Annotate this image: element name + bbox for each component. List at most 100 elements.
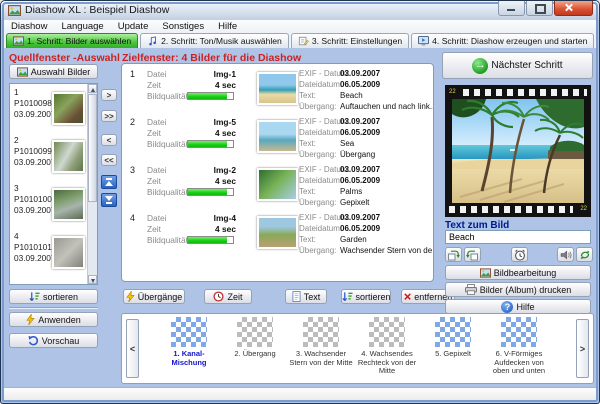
tab-step2-musik[interactable]: 2. Schritt: Ton/Musik auswählen — [140, 33, 289, 48]
sound-tool-button[interactable] — [557, 247, 574, 262]
beach-preview-image — [452, 99, 584, 203]
target-row[interactable]: 1 Datei Img-1 Zeit 4 sec Bildqualität EX… — [122, 67, 433, 115]
menu-language[interactable]: Language — [54, 21, 110, 32]
sort-icon — [29, 291, 40, 302]
tab-step3-einstellungen[interactable]: 3. Schritt: Einstellungen — [291, 33, 409, 48]
next-step-button[interactable]: Nächster Schritt — [442, 52, 593, 79]
menu-hilfe[interactable]: Hilfe — [211, 21, 244, 32]
app-icon — [8, 4, 21, 17]
settings-icon — [298, 36, 309, 46]
quality-bar — [187, 236, 234, 244]
film-frame-number: 22 — [449, 89, 456, 96]
effect-thumbnail — [303, 317, 339, 347]
help-button[interactable]: Hilfe — [445, 299, 591, 314]
effect-item[interactable]: 5. Gepixelt — [420, 317, 486, 359]
image-edit-button[interactable]: Bildbearbeitung — [445, 265, 591, 280]
arrow-top-icon — [106, 178, 112, 180]
move-right-button[interactable]: > — [101, 89, 117, 101]
quality-bar — [187, 140, 234, 148]
arrow-bottom-icon — [106, 202, 112, 204]
app-window: Diashow XL : Beispiel Diashow Diashow La… — [0, 0, 600, 404]
speaker-icon — [560, 249, 572, 261]
refresh-icon — [579, 249, 591, 261]
help-icon — [501, 301, 513, 313]
move-all-right-button[interactable]: >> — [101, 110, 117, 122]
menu-diashow[interactable]: Diashow — [4, 21, 54, 32]
source-list-scrollbar[interactable] — [87, 84, 97, 284]
minimize-button[interactable] — [498, 1, 525, 16]
target-thumbnail — [257, 216, 298, 249]
tab-label: 2. Schritt: Ton/Musik auswählen — [161, 36, 282, 46]
refresh-tool-button[interactable] — [576, 247, 593, 262]
quality-bar — [187, 92, 234, 100]
close-button[interactable] — [554, 1, 593, 16]
source-panel-title: Quellfenster -Auswahl — [9, 52, 120, 64]
rotate-left-icon — [447, 249, 460, 261]
source-thumbnail — [52, 92, 85, 125]
print-album-button[interactable]: Bilder (Album) drucken — [445, 282, 591, 297]
quality-bar — [187, 188, 234, 196]
move-all-left-button[interactable]: << — [101, 154, 117, 166]
target-row[interactable]: 3 Datei Img-2 Zeit 4 sec Bildqualität EX… — [122, 163, 433, 211]
move-to-bottom-button[interactable] — [101, 193, 117, 207]
lightning-icon — [26, 314, 35, 325]
music-icon — [147, 36, 158, 46]
effect-thumbnail — [237, 317, 273, 347]
scrollbar-thumb[interactable] — [88, 94, 97, 202]
source-sort-button[interactable]: sortieren — [9, 289, 98, 304]
screen-icon — [418, 36, 429, 46]
rotate-left-button[interactable] — [445, 247, 462, 262]
tab-step4-erzeugen[interactable]: 4. Schritt: Diashow erzeugen und starten — [411, 33, 594, 48]
effect-thumbnail — [501, 317, 537, 347]
source-list-item[interactable]: 2 P1010099 03.09.2007 — [10, 132, 97, 180]
target-sort-button[interactable]: sortieren — [341, 289, 391, 304]
effect-item[interactable]: 3. Wachsender Stern von der Mitte — [288, 317, 354, 367]
source-thumbnail — [52, 140, 85, 173]
tab-bar: 1. Schritt: Bilder auswählen 2. Schritt:… — [4, 33, 598, 48]
target-thumbnail — [257, 168, 298, 201]
window-title: Diashow XL : Beispiel Diashow — [25, 4, 169, 16]
apply-button[interactable]: Anwenden — [9, 312, 98, 327]
document-icon — [292, 291, 301, 302]
maximize-button[interactable] — [526, 1, 553, 16]
menu-update[interactable]: Update — [111, 21, 156, 32]
effect-item[interactable]: 4. Wachsendes Rechteck von der Mitte — [354, 317, 420, 376]
effect-item[interactable]: 2. Übergang — [222, 317, 288, 359]
picture-icon — [17, 67, 28, 77]
film-frame-number: 22 — [580, 206, 587, 213]
target-row[interactable]: 2 Datei Img-5 Zeit 4 sec Bildqualität EX… — [122, 115, 433, 163]
effect-item[interactable]: 6. V-Förmiges Aufdecken von oben und unt… — [486, 317, 552, 376]
move-left-button[interactable]: < — [101, 134, 117, 146]
rotate-right-icon — [466, 249, 479, 261]
divider — [9, 307, 98, 309]
source-list-item[interactable]: 4 P1010101 03.09.2007 — [10, 228, 97, 276]
select-images-button[interactable]: Auswahl Bilder — [9, 64, 98, 79]
effect-thumbnail — [369, 317, 405, 347]
menu-sonstiges[interactable]: Sonstiges — [155, 21, 211, 32]
tab-label: 3. Schritt: Einstellungen — [312, 36, 402, 46]
remove-x-icon — [404, 291, 412, 302]
status-bar — [4, 387, 598, 402]
scroll-down-icon[interactable] — [88, 275, 97, 284]
picture-icon — [480, 268, 491, 278]
effect-thumbnail — [171, 317, 207, 347]
effect-item[interactable]: 1. Kanal-Mischung — [156, 317, 222, 367]
source-list-item[interactable]: 3 P1010100 03.09.2007 — [10, 180, 97, 228]
text-button[interactable]: Text — [285, 289, 327, 304]
target-row[interactable]: 4 Datei Img-4 Zeit 4 sec Bildqualität EX… — [122, 211, 433, 259]
transitions-button[interactable]: Übergänge — [123, 289, 185, 304]
title-bar: Diashow XL : Beispiel Diashow — [1, 1, 599, 21]
preview-button[interactable]: Vorschau — [9, 333, 98, 348]
time-button[interactable]: Zeit — [204, 289, 252, 304]
tab-label: 4. Schritt: Diashow erzeugen und starten — [432, 36, 587, 46]
scroll-up-icon[interactable] — [88, 84, 97, 93]
source-list-item[interactable]: 1 P1010098 03.09.2007 — [10, 84, 97, 132]
image-text-input[interactable] — [445, 230, 591, 244]
move-to-top-button[interactable] — [101, 175, 117, 189]
rotate-right-button[interactable] — [464, 247, 481, 262]
effects-prev-button[interactable]: < — [126, 319, 139, 378]
time-tool-button[interactable] — [511, 247, 528, 262]
tab-step1-bilder[interactable]: 1. Schritt: Bilder auswählen — [6, 33, 138, 48]
effects-next-button[interactable]: > — [576, 319, 589, 378]
target-thumbnail — [257, 72, 298, 105]
